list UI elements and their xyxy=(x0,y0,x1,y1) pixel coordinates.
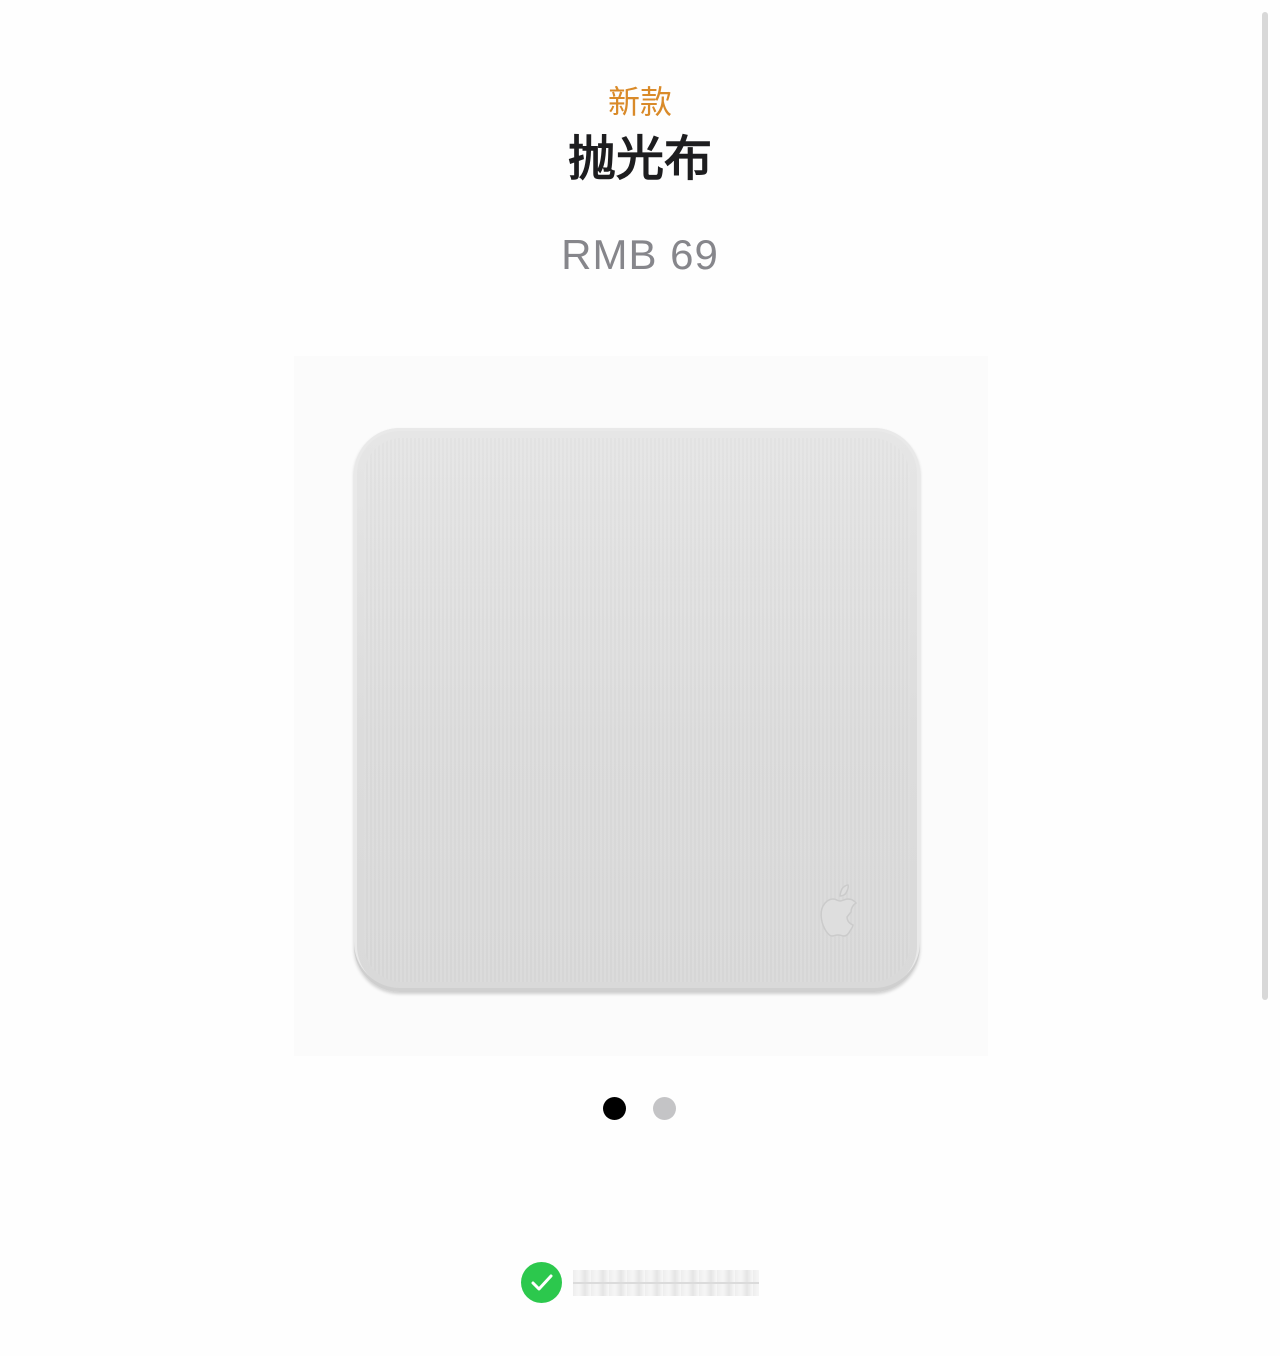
product-image-gallery[interactable] xyxy=(294,356,988,1056)
product-title: 抛光布 xyxy=(567,131,712,187)
gallery-dot-2[interactable] xyxy=(653,1097,676,1120)
polishing-cloth-image xyxy=(354,428,920,992)
product-price: RMB 69 xyxy=(561,231,719,278)
footer-status xyxy=(521,1262,781,1303)
gallery-dot-1-active[interactable] xyxy=(603,1097,626,1120)
new-badge: 新款 xyxy=(607,83,672,121)
gallery-pagination xyxy=(0,1097,1280,1121)
green-check-icon xyxy=(521,1262,562,1303)
apple-logo-icon xyxy=(820,884,858,937)
redacted-text xyxy=(573,1270,759,1296)
product-page: 新款 抛光布 RMB 69 xyxy=(0,0,1280,1356)
